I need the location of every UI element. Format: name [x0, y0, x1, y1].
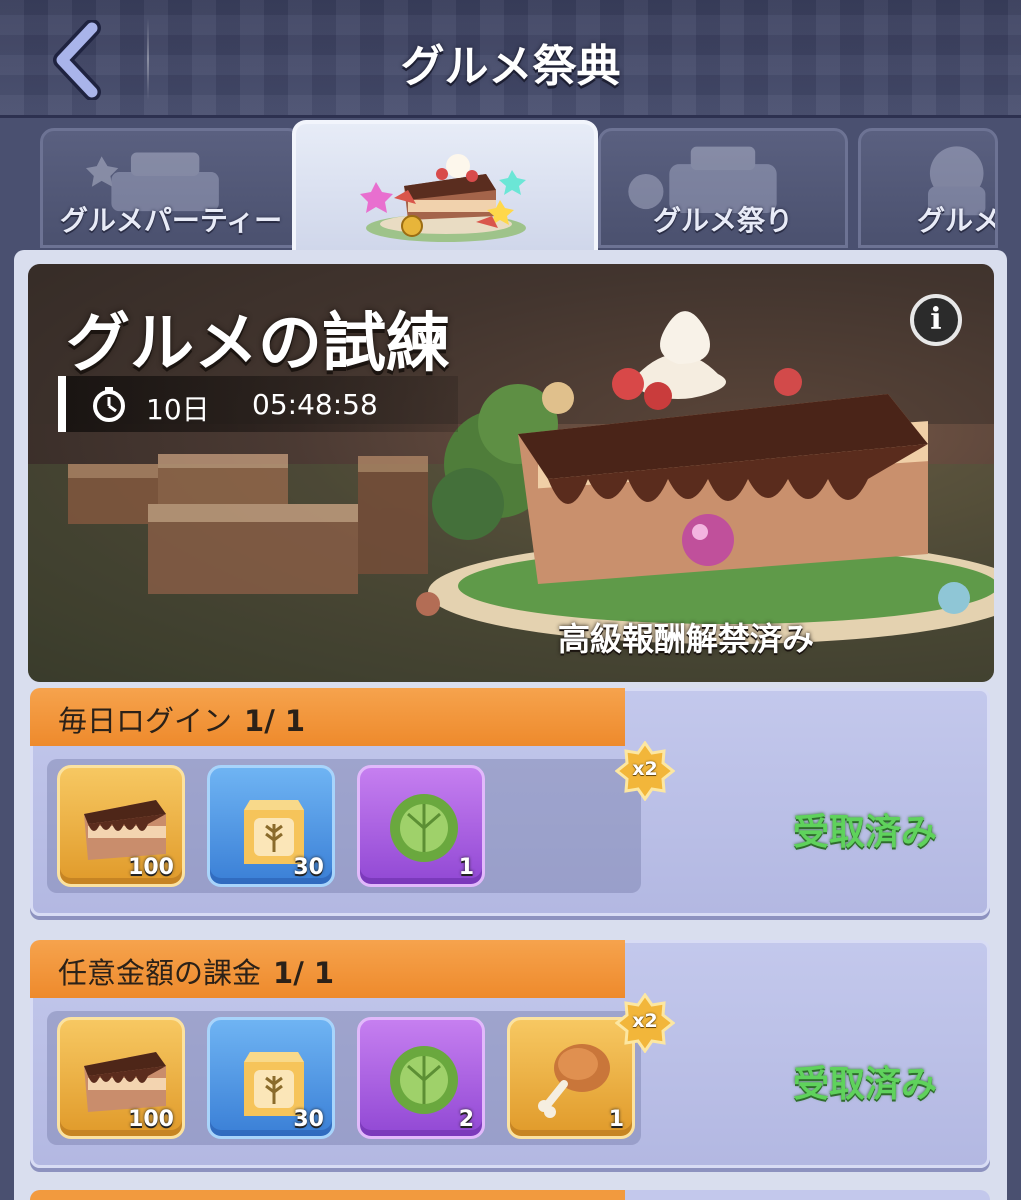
reward-item[interactable]: 1 [357, 765, 485, 887]
timer-days: 10日 [146, 393, 210, 426]
multiplier-badge: x2 [615, 993, 675, 1053]
info-button[interactable]: i [910, 294, 962, 346]
tab-gourmet-trial[interactable] [292, 120, 598, 254]
timer-time: 05:48:58 [252, 388, 378, 421]
banner-title: グルメの試練 [66, 307, 450, 381]
reward-count: 100 [128, 1107, 174, 1132]
task-card-any-purchase: 任意金額の課金 1/ 1 100 30 2 1 x2 受取済み [30, 940, 990, 1168]
reward-count: 2 [458, 1107, 474, 1132]
tab-label: グルメパーティー [59, 204, 283, 237]
task-title: 任意金額の課金 [58, 956, 262, 990]
task-header: 任意金額の課金 1/ 1 [30, 940, 625, 998]
countdown-timer: 10日 05:48:58 [58, 376, 458, 432]
task-header [30, 1190, 625, 1200]
reward-item[interactable]: 30 [207, 1017, 335, 1139]
reward-item[interactable]: 2 [357, 1017, 485, 1139]
tab-label: グルメ [917, 204, 998, 237]
tab-gourmet-festival[interactable]: グルメ祭り [598, 128, 848, 248]
task-title: 毎日ログイン [58, 704, 233, 738]
reward-list: 100 30 2 1 [47, 1011, 641, 1145]
reward-count: 1 [458, 855, 474, 880]
reward-count: 100 [128, 855, 174, 880]
multiplier-text: x2 [632, 758, 658, 780]
tab-bar: グルメパーティー グルメ祭り グルメ [0, 118, 1021, 254]
claimed-status: 受取済み [792, 812, 937, 853]
reward-count: 30 [293, 1107, 324, 1132]
reward-count: 1 [608, 1107, 624, 1132]
cake-trophy-icon [360, 154, 526, 242]
task-card-daily-login: 毎日ログイン 1/ 1 100 30 1 x2 受取済み [30, 688, 990, 916]
tab-gourmet-party[interactable]: グルメパーティー [40, 128, 302, 248]
task-progress: 1/ 1 [244, 704, 306, 738]
task-progress: 1/ 1 [273, 956, 335, 990]
reward-item[interactable]: 100 [57, 1017, 185, 1139]
claimed-status: 受取済み [792, 1064, 937, 1105]
page-title: グルメ祭典 [400, 41, 621, 92]
top-bar: グルメ祭典 [0, 0, 1021, 118]
multiplier-text: x2 [632, 1010, 658, 1032]
multiplier-badge: x2 [615, 741, 675, 801]
reward-count: 30 [293, 855, 324, 880]
task-header: 毎日ログイン 1/ 1 [30, 688, 625, 746]
task-title-row: 任意金額の課金 1/ 1 [58, 950, 334, 992]
reward-item[interactable]: 30 [207, 765, 335, 887]
stopwatch-icon [93, 387, 125, 422]
reward-item[interactable]: 100 [57, 765, 185, 887]
tab-gourmet-more[interactable]: グルメ [858, 128, 998, 248]
tab-label: グルメ祭り [652, 204, 793, 237]
premium-reward-status: 高級報酬解禁済み [558, 620, 815, 658]
reward-list: 100 30 1 [47, 759, 641, 893]
task-card-peek [30, 1190, 990, 1200]
event-banner: グルメの試練 10日 05:48:58 i 高級報酬解禁済み [28, 264, 994, 682]
task-title-row: 毎日ログイン 1/ 1 [58, 698, 305, 740]
